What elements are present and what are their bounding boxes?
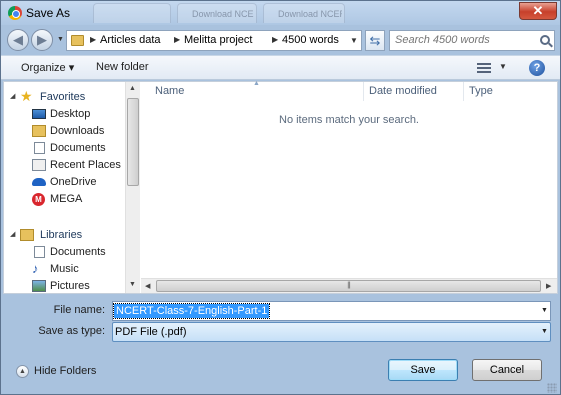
organize-menu-button[interactable]: Organize ▾ — [21, 61, 74, 74]
hide-folders-label: Hide Folders — [34, 365, 97, 377]
navigation-pane-scrollbar[interactable]: ▲ ▼ — [125, 82, 140, 293]
background-tab-title: Download NCERT English — [192, 9, 254, 19]
change-view-icon[interactable] — [477, 63, 491, 73]
close-icon: ✕ — [532, 3, 544, 18]
window-title: Save As — [26, 6, 71, 20]
folder-icon — [71, 35, 84, 46]
save-as-type-label: Save as type: — [38, 325, 105, 337]
breadcrumb-separator-icon[interactable]: ▶ — [272, 35, 278, 44]
scroll-down-arrow-icon[interactable]: ▼ — [129, 281, 136, 288]
column-header-name[interactable]: Name — [155, 85, 184, 97]
back-button[interactable]: ◀ — [7, 29, 29, 51]
sort-ascending-icon: ▲ — [253, 80, 260, 87]
pictures-icon — [32, 280, 46, 292]
collapse-arrow-icon[interactable]: ◢ — [10, 92, 15, 100]
breadcrumb-4500-words[interactable]: 4500 words — [282, 34, 339, 46]
scroll-up-arrow-icon[interactable]: ▲ — [129, 85, 136, 92]
search-box[interactable] — [389, 30, 555, 51]
libraries-icon — [20, 229, 34, 241]
search-icon[interactable] — [540, 35, 550, 45]
file-name-field[interactable]: NCERT-Class-7-English-Part-1 ▼ — [112, 301, 551, 321]
breadcrumb-articles-data[interactable]: Articles data — [100, 34, 161, 46]
background-browser-tab — [93, 3, 171, 23]
save-as-type-select[interactable]: PDF File (.pdf) ▼ — [112, 322, 551, 342]
view-options-dropdown-icon[interactable]: ▼ — [499, 62, 507, 71]
documents-icon — [34, 246, 45, 258]
background-browser-tab: Download NCERT books — [263, 3, 345, 23]
back-arrow-icon: ◀ — [13, 32, 23, 47]
background-tab-title: Download NCERT books — [278, 9, 342, 19]
save-as-type-row: Save as type: PDF File (.pdf) ▼ — [1, 321, 560, 344]
refresh-icon: ⇆ — [369, 33, 381, 48]
search-input[interactable] — [395, 34, 535, 46]
forward-arrow-icon: ▶ — [37, 32, 47, 47]
scroll-right-arrow-icon[interactable]: ▶ — [546, 282, 551, 290]
file-name-dropdown-icon[interactable]: ▼ — [541, 307, 548, 314]
resize-grip-icon[interactable] — [547, 383, 557, 393]
file-name-label: File name: — [53, 304, 105, 316]
save-as-type-dropdown-icon[interactable]: ▼ — [541, 328, 548, 335]
close-button[interactable]: ✕ — [519, 2, 557, 20]
new-folder-button[interactable]: New folder — [96, 61, 149, 73]
downloads-folder-icon — [32, 125, 46, 137]
empty-results-message: No items match your search. — [279, 114, 419, 126]
onedrive-cloud-icon — [32, 178, 46, 186]
navigation-pane[interactable]: ◢ ★ Favorites Desktop Downloads Document… — [4, 82, 125, 293]
desktop-icon — [32, 109, 46, 119]
column-header-type[interactable]: Type — [469, 85, 493, 97]
file-list-horizontal-scrollbar[interactable]: ◀ ||| ▶ — [141, 278, 557, 293]
mega-icon: M — [32, 193, 45, 206]
scrollbar-thumb[interactable]: ||| — [156, 280, 541, 292]
save-as-dialog: Save As Download NCERT English Download … — [0, 0, 561, 395]
save-as-type-value: PDF File (.pdf) — [115, 326, 187, 338]
star-icon: ★ — [20, 88, 33, 104]
cancel-button[interactable]: Cancel — [472, 359, 542, 381]
column-divider[interactable] — [463, 82, 464, 101]
save-button[interactable]: Save — [388, 359, 458, 381]
recent-locations-dropdown[interactable]: ▼ — [57, 36, 64, 43]
scrollbar-thumb[interactable] — [127, 98, 139, 186]
address-dropdown-icon[interactable]: ▼ — [350, 36, 358, 45]
command-toolbar: Organize ▾ New folder ▼ ? — [1, 55, 560, 80]
hide-folders-button[interactable]: ▲ Hide Folders — [16, 364, 116, 380]
breadcrumb-melitta-project[interactable]: Melitta project — [184, 34, 252, 46]
collapse-arrow-icon[interactable]: ◢ — [10, 230, 15, 238]
chrome-icon — [8, 6, 22, 20]
address-bar[interactable]: ▶ Articles data ▶ Melitta project ▶ 4500… — [66, 30, 362, 51]
file-name-row: File name: NCERT-Class-7-English-Part-1 … — [1, 300, 560, 323]
help-icon[interactable]: ? — [529, 60, 545, 76]
breadcrumb-separator-icon[interactable]: ▶ — [174, 35, 180, 44]
breadcrumb-separator-icon[interactable]: ▶ — [90, 35, 96, 44]
recent-places-icon — [32, 159, 46, 171]
column-header-date-modified[interactable]: Date modified — [369, 85, 437, 97]
browser-pane: ◢ ★ Favorites Desktop Downloads Document… — [3, 80, 558, 294]
documents-icon — [34, 142, 45, 154]
title-bar[interactable]: Save As Download NCERT English Download … — [1, 1, 560, 25]
scroll-left-arrow-icon[interactable]: ◀ — [145, 282, 150, 290]
file-name-value[interactable]: NCERT-Class-7-English-Part-1 — [112, 303, 271, 319]
chevron-up-icon: ▲ — [16, 365, 29, 378]
navigation-bar: ◀ ▶ ▼ ▶ Articles data ▶ Melitta project … — [1, 25, 560, 53]
forward-button[interactable]: ▶ — [31, 29, 53, 51]
file-list[interactable]: ▲ Name Date modified Type No items match… — [141, 80, 557, 293]
music-icon: ♪ — [32, 261, 39, 276]
column-divider[interactable] — [363, 82, 364, 101]
refresh-button[interactable]: ⇆ — [365, 30, 385, 51]
background-browser-tab: Download NCERT English — [177, 3, 257, 23]
